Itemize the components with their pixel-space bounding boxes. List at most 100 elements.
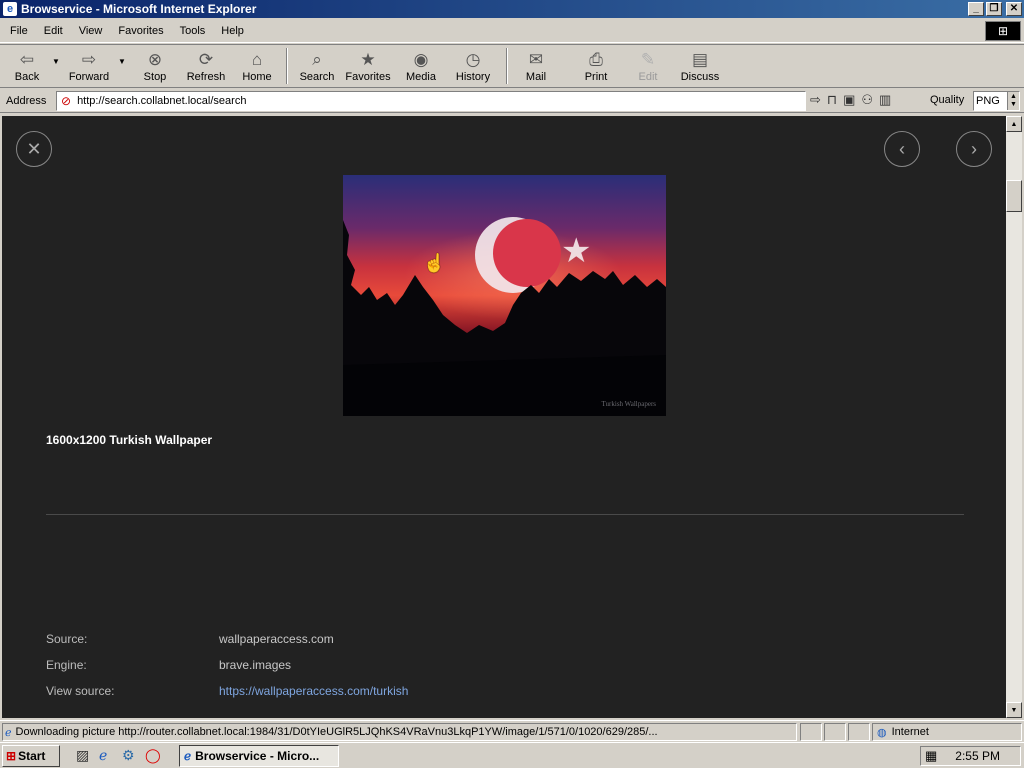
bookmark-icon[interactable]: ⊓ (827, 92, 837, 108)
meta-engine-label: Engine: (46, 658, 87, 672)
edit-button[interactable]: ✎ Edit (626, 46, 670, 86)
windows-flag-icon: ⊞ (6, 749, 17, 763)
meta-source-label: Source: (46, 632, 88, 646)
standard-toolbar: ⇦ Back ▼ ⇨ Forward ▼ ⊗ Stop ⟳ Refresh ⌂ … (0, 44, 1024, 88)
ie-quicklaunch-icon[interactable]: ℯ (99, 747, 107, 764)
meta-view-source-label: View source: (46, 684, 115, 698)
search-button[interactable]: ⌕ Search (294, 46, 340, 86)
print-icon: ⎙ (589, 50, 603, 69)
ie-icon: e (3, 2, 17, 16)
close-window-button[interactable]: ✕ (1006, 2, 1022, 16)
previous-image-button[interactable]: ‹ (884, 131, 920, 167)
security-zone: ◍ Internet (872, 723, 1022, 741)
show-desktop-icon[interactable]: ▨ (76, 747, 89, 764)
menu-favorites[interactable]: Favorites (110, 25, 171, 37)
close-viewer-button[interactable]: ✕ (16, 131, 52, 167)
ie-task-icon: ℯ (184, 749, 192, 763)
history-button[interactable]: ◷ History (446, 46, 500, 86)
meta-engine-row: Engine: brave.images (46, 658, 291, 672)
address-url: http://search.collabnet.local/search (77, 95, 247, 107)
stop-icon: ⊗ (147, 50, 163, 69)
history-icon: ◷ (465, 50, 481, 69)
forward-button[interactable]: ⇨ Forward (62, 46, 116, 86)
taskbar: ⊞ Start ▨ ℯ ⚙ ◯ ℯ Browservice - Micro...… (0, 742, 1024, 768)
back-arrow-icon: ⇦ (19, 50, 35, 69)
favorites-button[interactable]: ★ Favorites (340, 46, 396, 86)
vertical-scrollbar[interactable]: ▲ ▼ (1006, 116, 1022, 718)
address-bar: Address ⊘ http://search.collabnet.local/… (0, 89, 1024, 113)
scroll-thumb[interactable] (1006, 180, 1022, 212)
menu-help[interactable]: Help (213, 25, 252, 37)
quality-select[interactable]: PNG ▲ ▼ (973, 91, 1020, 111)
refresh-button[interactable]: ⟳ Refresh (178, 46, 234, 86)
network-icon[interactable]: ⚙ (122, 747, 135, 764)
search-icon: ⌕ (312, 50, 322, 69)
meta-view-source-row: View source: https://wallpaperaccess.com/… (46, 684, 408, 698)
binoculars-icon[interactable]: ⚇ (861, 92, 873, 108)
menu-tools[interactable]: Tools (172, 25, 214, 37)
scroll-down-icon[interactable]: ▼ (1006, 702, 1022, 718)
windows-logo-icon: ⊞ (985, 21, 1021, 41)
clock: 2:55 PM (955, 749, 1000, 763)
menu-view[interactable]: View (71, 25, 111, 37)
edit-icon: ✎ (640, 50, 656, 69)
refresh-icon: ⟳ (198, 50, 214, 69)
ie-page-icon: ℯ (5, 726, 12, 739)
toolbar-separator (506, 48, 508, 84)
status-cell (824, 723, 846, 741)
status-cell (800, 723, 822, 741)
window-title: Browservice - Microsoft Internet Explore… (21, 2, 257, 16)
meta-source-value: wallpaperaccess.com (219, 632, 334, 646)
address-label: Address (6, 94, 47, 107)
quality-value: PNG (976, 95, 1000, 107)
divider (46, 514, 964, 515)
status-bar: ℯ Downloading picture http://router.coll… (0, 720, 1024, 741)
next-image-button[interactable]: › (956, 131, 992, 167)
quality-spinner-icon[interactable]: ▲ ▼ (1007, 92, 1019, 110)
scroll-up-icon[interactable]: ▲ (1006, 116, 1022, 132)
image-watermark: Turkish Wallpapers (601, 400, 656, 408)
menu-edit[interactable]: Edit (36, 25, 71, 37)
tree-silhouette (343, 220, 666, 416)
taskbar-browser-button[interactable]: ℯ Browservice - Micro... (179, 745, 339, 767)
restore-button[interactable]: ❐ (986, 2, 1002, 16)
forward-dropdown-icon[interactable]: ▼ (116, 57, 128, 66)
media-icon: ◉ (413, 50, 429, 69)
status-cell (848, 723, 870, 741)
print-button[interactable]: ⎙ Print (566, 46, 626, 86)
media-button[interactable]: ◉ Media (396, 46, 446, 86)
address-input[interactable]: ⊘ http://search.collabnet.local/search (56, 91, 806, 111)
hand-cursor-icon: ☝ (423, 253, 446, 273)
go-arrow-icon[interactable]: ⇨ (810, 92, 821, 108)
find-page-icon[interactable]: ▣ (843, 92, 855, 108)
wallpaper-image[interactable]: ★ Turkish Wallpapers (343, 175, 666, 416)
start-button[interactable]: ⊞ Start (2, 745, 60, 767)
discuss-icon: ▤ (691, 50, 709, 69)
back-button[interactable]: ⇦ Back (4, 46, 50, 86)
opera-icon[interactable]: ◯ (145, 747, 161, 764)
page-viewport: ✕ ‹ › ★ Turkish Wallpapers ☝ 1600x1200 T… (2, 116, 1006, 718)
globe-icon: ◍ (877, 726, 887, 739)
stop-button[interactable]: ⊗ Stop (132, 46, 178, 86)
system-tray: ▦ 2:55 PM (920, 746, 1021, 766)
back-dropdown-icon[interactable]: ▼ (50, 57, 62, 66)
view-source-link[interactable]: https://wallpaperaccess.com/turkish (219, 684, 408, 698)
home-button[interactable]: ⌂ Home (234, 46, 280, 86)
forward-arrow-icon: ⇨ (81, 50, 97, 69)
page-icon: ⊘ (61, 94, 72, 108)
clipboard-icon[interactable]: ▥ (879, 92, 891, 108)
discuss-button[interactable]: ▤ Discuss (670, 46, 730, 86)
toolbar-separator (286, 48, 288, 84)
tray-icon[interactable]: ▦ (925, 748, 937, 764)
meta-source-row: Source: wallpaperaccess.com (46, 632, 334, 646)
menu-bar: File Edit View Favorites Tools Help ⊞ (0, 19, 1024, 43)
mail-button[interactable]: ✉ Mail (514, 46, 558, 86)
meta-engine-value: brave.images (219, 658, 292, 672)
home-icon: ⌂ (251, 50, 263, 69)
mail-icon: ✉ (528, 50, 544, 69)
minimize-button[interactable]: _ (968, 2, 984, 16)
title-bar: e Browservice - Microsoft Internet Explo… (0, 0, 1024, 18)
image-title: 1600x1200 Turkish Wallpaper (46, 433, 213, 447)
menu-file[interactable]: File (0, 25, 36, 37)
status-message: ℯ Downloading picture http://router.coll… (2, 723, 797, 741)
